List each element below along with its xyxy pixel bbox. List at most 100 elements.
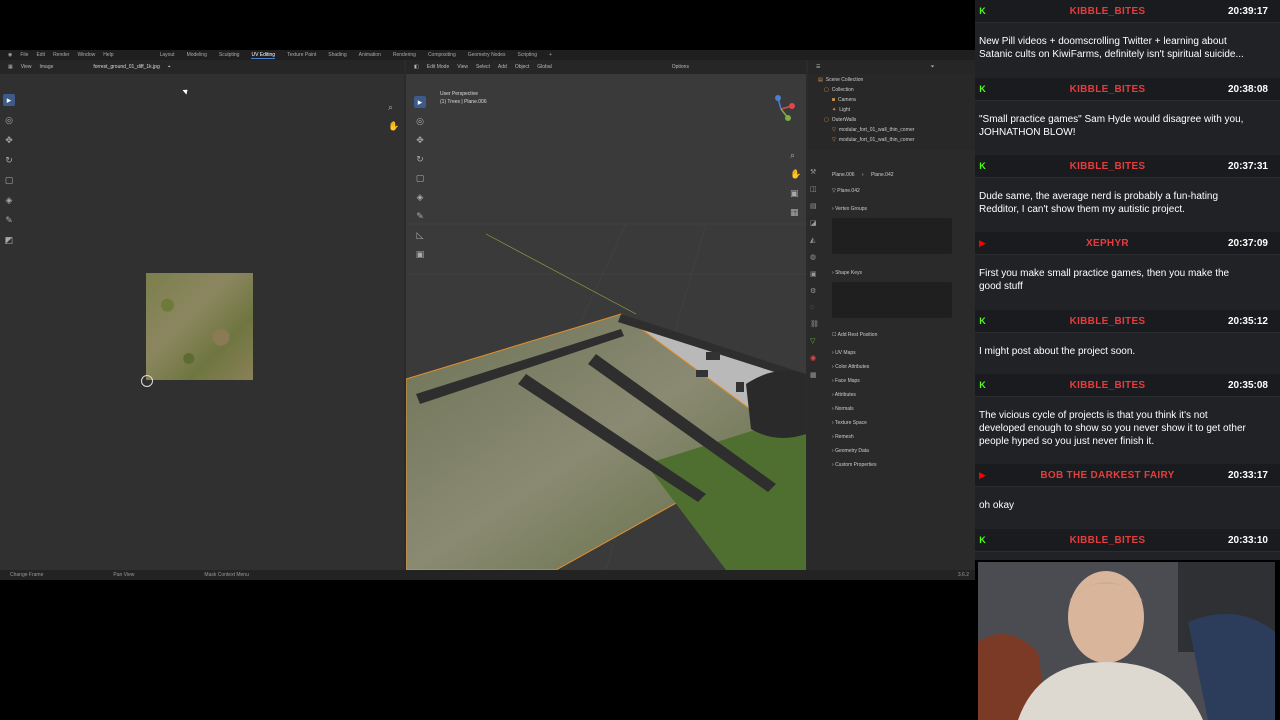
shape-keys-list[interactable] [832, 282, 952, 318]
menu-help[interactable]: Help [103, 52, 113, 58]
outliner-row[interactable]: ▤ Scene Collection [818, 76, 863, 84]
modifier-tab-icon[interactable]: ⚙ [810, 287, 822, 295]
annotate-tool-icon[interactable]: ✎ [3, 214, 15, 226]
add-rest-position-checkbox[interactable]: ☐ Add Rest Position [832, 332, 877, 338]
outliner-row[interactable]: ▽ modular_fort_01_wall_thin_corner [832, 126, 914, 134]
select-tool-icon[interactable]: ▸ [3, 94, 15, 106]
cursor-tool-icon[interactable]: ◎ [3, 114, 15, 126]
panel-shape-keys[interactable]: › Shape Keys [832, 270, 862, 276]
output-tab-icon[interactable]: ▤ [810, 202, 822, 210]
mesh-data-field[interactable]: ▽ Plane.042 [832, 188, 860, 194]
menu-file[interactable]: File [20, 52, 28, 58]
perspective-toggle-icon[interactable]: ▦ [790, 207, 801, 218]
uv-menu-image[interactable]: Image [39, 64, 53, 70]
physics-tab-icon[interactable]: ◌ [810, 304, 822, 311]
vp-annotate-tool-icon[interactable]: ✎ [414, 210, 426, 222]
tool-tab-icon[interactable]: ⚒ [810, 168, 822, 176]
viewport-type-icon[interactable]: ◧ [414, 64, 419, 70]
menu-window[interactable]: Window [77, 52, 95, 58]
add-workspace-icon[interactable]: + [549, 52, 552, 59]
tab-scripting[interactable]: Scripting [518, 52, 537, 59]
object-tab-icon[interactable]: ▣ [810, 270, 822, 278]
tab-animation[interactable]: Animation [359, 52, 381, 59]
tab-sculpting[interactable]: Sculpting [219, 52, 240, 59]
chat-username[interactable]: BOB THE DARKEST FAIRY [987, 470, 1228, 481]
panel-remesh[interactable]: › Remesh [832, 434, 854, 440]
tab-layout[interactable]: Layout [160, 52, 175, 59]
uv-menu-view[interactable]: View [21, 64, 32, 70]
vp-select-tool-icon[interactable]: ▸ [414, 96, 426, 108]
chat-username[interactable]: KIBBLE_BITES [987, 380, 1228, 391]
chat-username[interactable]: XEPHYR [987, 238, 1228, 249]
scale-tool-icon[interactable]: ▢ [3, 174, 15, 186]
view-layer-tab-icon[interactable]: ◪ [810, 219, 822, 227]
vertex-groups-list[interactable] [832, 218, 952, 254]
panel-custom-properties[interactable]: › Custom Properties [832, 462, 876, 468]
camera-view-icon[interactable]: ▣ [790, 188, 801, 199]
vp-rotate-tool-icon[interactable]: ↻ [414, 153, 426, 165]
move-tool-icon[interactable]: ✥ [3, 134, 15, 146]
navigation-gizmo-icon[interactable] [766, 94, 796, 124]
transform-tool-icon[interactable]: ◈ [3, 194, 15, 206]
image-name-field[interactable]: forrest_ground_01_diff_1k.jpg [93, 64, 159, 70]
material-tab-icon[interactable]: ◉ [810, 354, 822, 362]
pan-view-icon[interactable]: ✋ [790, 169, 801, 180]
grab-tool-icon[interactable]: ◩ [3, 234, 15, 246]
2d-cursor-icon[interactable] [141, 375, 153, 387]
vp-cursor-tool-icon[interactable]: ◎ [414, 115, 426, 127]
panel-uv-maps[interactable]: › UV Maps [832, 350, 856, 356]
tab-rendering[interactable]: Rendering [393, 52, 416, 59]
orientation-select[interactable]: Global [537, 64, 551, 70]
chat-username[interactable]: KIBBLE_BITES [987, 6, 1228, 17]
panel-vertex-groups[interactable]: › Vertex Groups [832, 206, 867, 212]
scene-tab-icon[interactable]: ◭ [810, 236, 822, 244]
menu-render[interactable]: Render [53, 52, 69, 58]
tab-uv-editing[interactable]: UV Editing [251, 52, 276, 59]
outliner-row[interactable]: ▢ Collection [824, 86, 854, 94]
vp-measure-tool-icon[interactable]: ◺ [414, 229, 426, 241]
world-tab-icon[interactable]: ◍ [810, 253, 822, 261]
panel-color-attributes[interactable]: › Color Attributes [832, 364, 869, 370]
vp-menu-view[interactable]: View [457, 64, 468, 70]
menu-edit[interactable]: Edit [36, 52, 45, 58]
pan-hand-icon[interactable]: ✋ [388, 121, 399, 132]
filter-icon[interactable]: ⏷ [930, 64, 934, 70]
outliner-row[interactable]: ▽ modular_fort_01_wall_thin_corner [832, 136, 914, 144]
tab-geometry-nodes[interactable]: Geometry Nodes [468, 52, 506, 59]
chat-username[interactable]: KIBBLE_BITES [987, 316, 1228, 327]
render-tab-icon[interactable]: ◫ [810, 185, 822, 193]
tab-compositing[interactable]: Compositing [428, 52, 456, 59]
panel-face-maps[interactable]: › Face Maps [832, 378, 860, 384]
tab-texture-paint[interactable]: Texture Paint [287, 52, 316, 59]
constraints-tab-icon[interactable]: ⛓ [810, 320, 822, 328]
uv-editor[interactable]: ▦ View Image forrest_ground_01_diff_1k.j… [0, 60, 404, 570]
chat-username[interactable]: KIBBLE_BITES [987, 84, 1228, 95]
3d-viewport[interactable]: ◧ Edit Mode View Select Add Object Globa… [406, 60, 806, 570]
editor-type-icon[interactable]: ▦ [8, 64, 13, 70]
vp-menu-add[interactable]: Add [498, 64, 507, 70]
blender-logo-icon[interactable]: ◉ [8, 52, 12, 58]
outliner-row[interactable]: ▢ OuterWalls [824, 116, 856, 124]
data-tab-icon[interactable]: ▽ [810, 337, 822, 345]
vp-scale-tool-icon[interactable]: ▢ [414, 172, 426, 184]
zoom-icon[interactable]: ⌕ [388, 102, 399, 113]
chat-username[interactable]: KIBBLE_BITES [987, 535, 1228, 546]
vp-menu-object[interactable]: Object [515, 64, 529, 70]
mode-select[interactable]: Edit Mode [427, 64, 450, 70]
viewport-options[interactable]: Options [672, 64, 689, 70]
panel-geometry-data[interactable]: › Geometry Data [832, 448, 869, 454]
outliner-row[interactable]: ✦ Light [832, 106, 850, 114]
outliner-row[interactable]: ◙ Camera [832, 96, 856, 104]
pin-icon[interactable]: ⌖ [168, 64, 171, 70]
outliner-type-icon[interactable]: ☰ [816, 64, 820, 70]
vp-move-tool-icon[interactable]: ✥ [414, 134, 426, 146]
panel-attributes[interactable]: › Attributes [832, 392, 856, 398]
zoom-view-icon[interactable]: ⌕ [790, 150, 801, 161]
tab-shading[interactable]: Shading [328, 52, 346, 59]
rotate-tool-icon[interactable]: ↻ [3, 154, 15, 166]
chat-username[interactable]: KIBBLE_BITES [987, 161, 1228, 172]
vp-add-cube-tool-icon[interactable]: ▣ [414, 248, 426, 260]
vp-transform-tool-icon[interactable]: ◈ [414, 191, 426, 203]
panel-normals[interactable]: › Normals [832, 406, 854, 412]
vp-menu-select[interactable]: Select [476, 64, 490, 70]
